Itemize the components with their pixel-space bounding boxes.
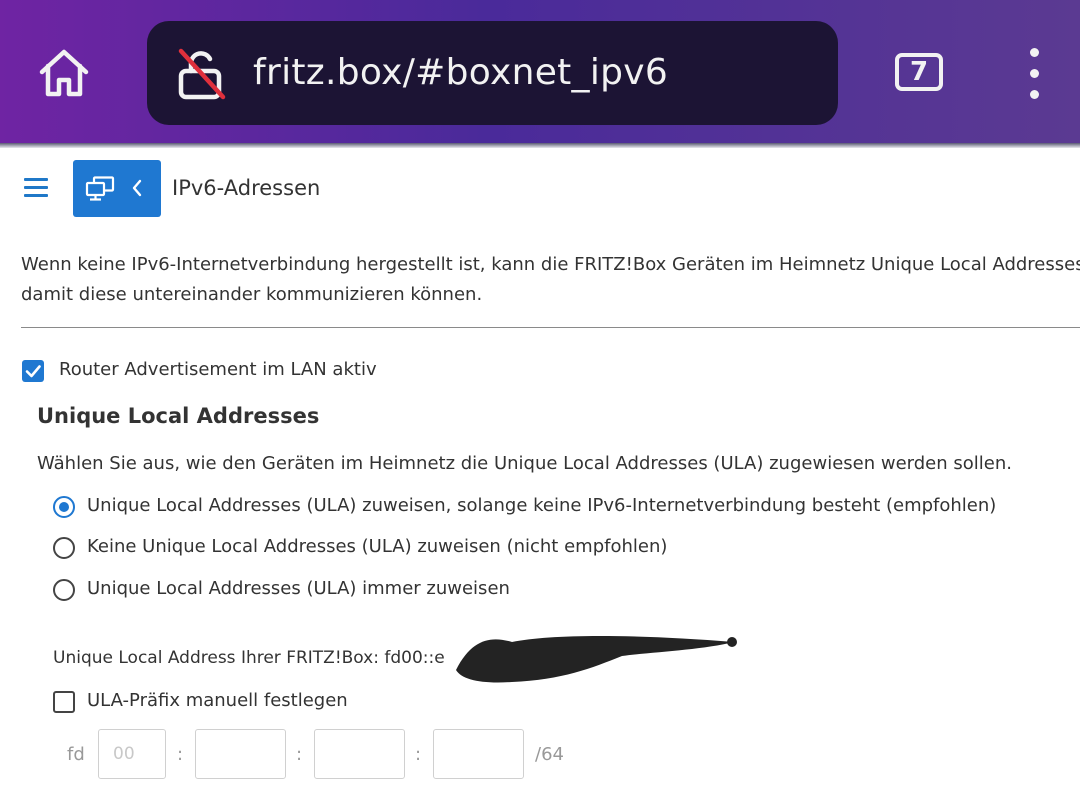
address-bar[interactable]: fritz.box/#boxnet_ipv6: [147, 21, 838, 125]
prefix-field-1[interactable]: 00: [98, 729, 166, 779]
browser-toolbar: fritz.box/#boxnet_ipv6 7: [0, 0, 1080, 143]
prefix-field-3[interactable]: [314, 729, 405, 779]
insecure-lock-icon[interactable]: [175, 47, 227, 101]
home-icon: [39, 49, 89, 97]
url-text[interactable]: fritz.box/#boxnet_ipv6: [253, 52, 668, 93]
menu-dot-icon: [1029, 69, 1039, 78]
radio-ula-recommended[interactable]: [53, 496, 75, 518]
menu-line-icon: [24, 178, 48, 181]
ula-address-text: Unique Local Address Ihrer FRITZ!Box: fd…: [53, 648, 445, 668]
intro-line-1: Wenn keine IPv6-Internetverbindung herge…: [21, 254, 1080, 275]
radio-ula-recommended-label[interactable]: Unique Local Addresses (ULA) zuweisen, s…: [87, 495, 996, 516]
network-icon: [85, 176, 115, 201]
network-back-button[interactable]: [73, 160, 161, 217]
menu-line-icon: [24, 186, 48, 189]
home-button[interactable]: [36, 46, 92, 102]
checkmark-icon: [25, 365, 41, 378]
prefix-separator: :: [177, 744, 184, 765]
tab-switcher-button[interactable]: 7: [895, 53, 943, 91]
redaction-scribble: [456, 636, 737, 683]
menu-dot-icon: [1029, 90, 1039, 99]
menu-line-icon: [24, 194, 48, 197]
overflow-menu-button[interactable]: [1024, 48, 1044, 100]
radio-ula-always-label[interactable]: Unique Local Addresses (ULA) immer zuwei…: [87, 578, 510, 599]
prefix-separator: :: [296, 744, 303, 765]
radio-ula-none-label[interactable]: Keine Unique Local Addresses (ULA) zuwei…: [87, 536, 667, 557]
radio-ula-always[interactable]: [53, 579, 75, 601]
ula-description: Wählen Sie aus, wie den Geräten im Heimn…: [37, 453, 1012, 474]
prefix-field-2[interactable]: [195, 729, 286, 779]
menu-dot-icon: [1029, 48, 1039, 57]
intro-text: Wenn keine IPv6-Internetverbindung herge…: [21, 250, 1080, 310]
ula-section-title: Unique Local Addresses: [37, 404, 320, 428]
radio-ula-none[interactable]: [53, 537, 75, 559]
prefix-separator: :: [415, 744, 422, 765]
prefix-fd-label: fd: [67, 744, 85, 765]
prefix-field-4[interactable]: [433, 729, 524, 779]
manual-prefix-label[interactable]: ULA-Präfix manuell festlegen: [87, 690, 348, 711]
prefix-suffix: /64: [535, 744, 564, 765]
chevron-left-icon: [132, 179, 142, 197]
hamburger-menu-button[interactable]: [24, 178, 48, 197]
router-advertisement-label[interactable]: Router Advertisement im LAN aktiv: [59, 359, 377, 380]
section-divider: [21, 327, 1080, 328]
intro-line-2: damit diese untereinander kommunizieren …: [21, 284, 483, 305]
router-advertisement-checkbox[interactable]: [22, 360, 44, 382]
page-title: IPv6-Adressen: [172, 176, 321, 200]
toolbar-shadow: [0, 143, 1080, 148]
manual-prefix-checkbox[interactable]: [53, 691, 75, 713]
